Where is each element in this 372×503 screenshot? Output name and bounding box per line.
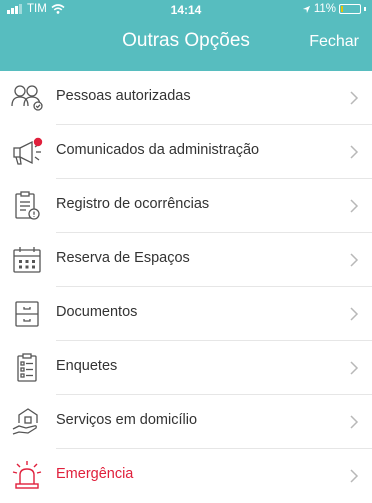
menu-item-label: Comunicados da administração [56, 142, 260, 158]
status-right: 11% [302, 3, 366, 15]
battery-percent: 11% [313, 3, 336, 15]
app-header: TIM 14:14 11% Outras Opções Fechar [0, 0, 372, 71]
clipboard-alert-icon [15, 191, 40, 220]
megaphone-icon [13, 137, 43, 165]
menu-item-comunicados[interactable]: Comunicados da administração [0, 125, 372, 179]
siren-icon [12, 461, 42, 489]
battery-tip [364, 7, 366, 11]
menu-item-label: Reserva de Espaços [56, 250, 190, 266]
menu-item-emergencia[interactable]: Emergência [0, 449, 372, 503]
checklist-icon [17, 353, 37, 382]
file-cabinet-icon [15, 301, 39, 327]
chevron-right-icon [350, 253, 359, 267]
menu-item-label: Documentos [56, 304, 138, 320]
menu-item-documentos[interactable]: Documentos [0, 287, 372, 341]
chevron-right-icon [350, 199, 359, 213]
menu-item-enquetes[interactable]: Enquetes [0, 341, 372, 395]
home-service-icon [12, 408, 38, 435]
notification-badge [33, 137, 43, 147]
battery-level [341, 6, 343, 12]
close-button[interactable]: Fechar [309, 33, 359, 51]
menu-item-label: Serviços em domicílio [56, 412, 198, 428]
menu-item-label: Pessoas autorizadas [56, 88, 191, 104]
chevron-right-icon [350, 307, 359, 321]
menu-item-servicos-domicilio[interactable]: Serviços em domicílio [0, 395, 372, 449]
menu-item-registro-ocorrencias[interactable]: Registro de ocorrências [0, 179, 372, 233]
menu-item-label: Registro de ocorrências [56, 196, 210, 212]
menu-item-label: Emergência [56, 466, 134, 482]
battery-icon [339, 4, 361, 14]
chevron-right-icon [350, 145, 359, 159]
chevron-right-icon [350, 91, 359, 105]
options-list: Pessoas autorizadas Comunicados da admin… [0, 71, 372, 503]
chevron-right-icon [350, 361, 359, 375]
chevron-right-icon [350, 415, 359, 429]
status-bar: TIM 14:14 11% [0, 0, 372, 20]
location-arrow-icon [302, 5, 310, 13]
menu-item-pessoas-autorizadas[interactable]: Pessoas autorizadas [0, 71, 372, 125]
people-icon [11, 85, 43, 111]
chevron-right-icon [350, 469, 359, 483]
calendar-icon [13, 247, 41, 273]
menu-item-label: Enquetes [56, 358, 118, 374]
menu-item-reserva-espacos[interactable]: Reserva de Espaços [0, 233, 372, 287]
